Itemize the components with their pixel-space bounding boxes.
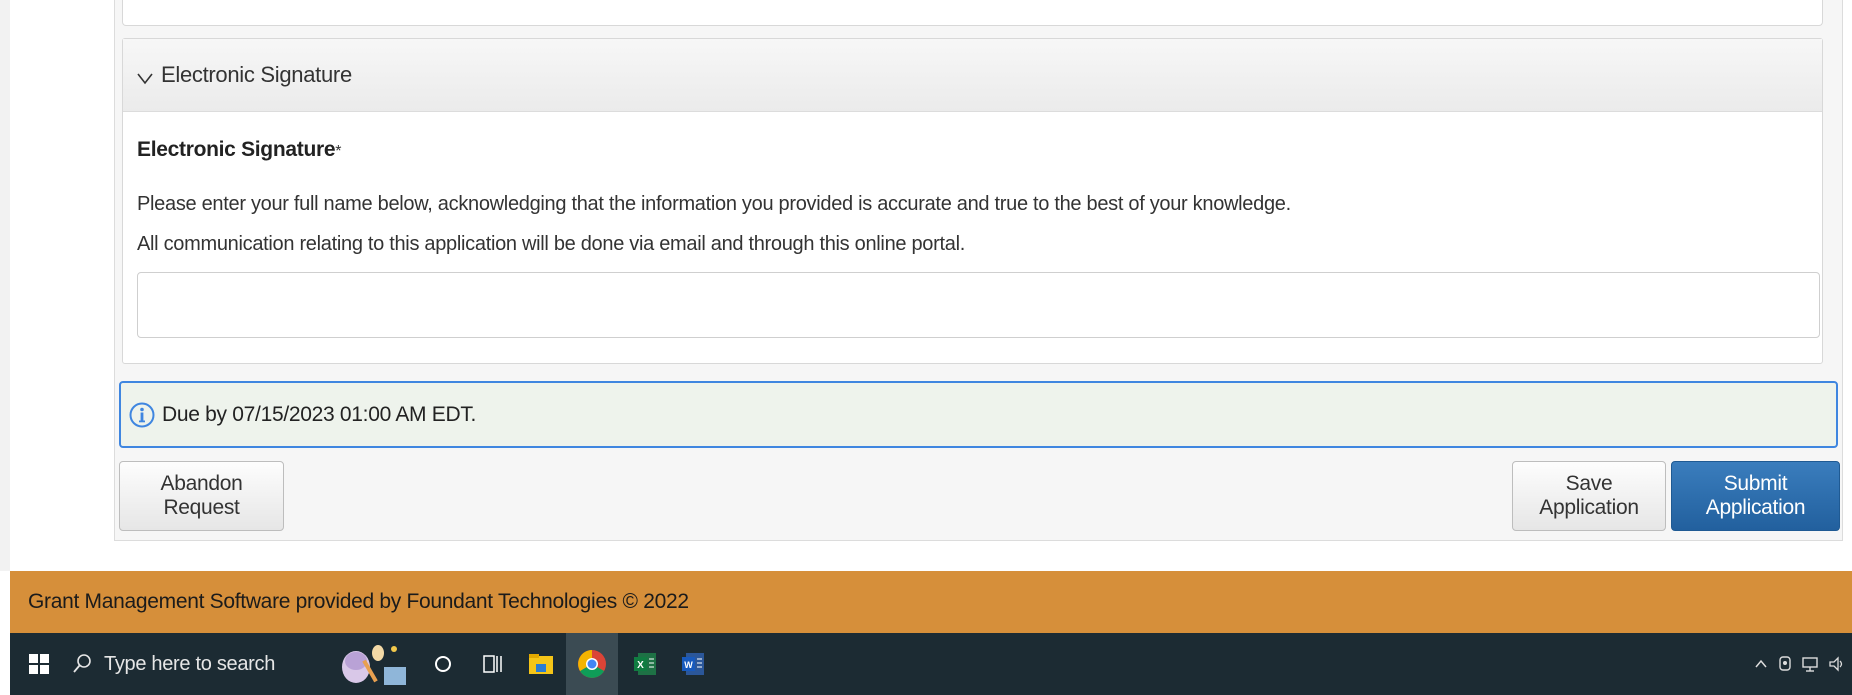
field-label: Electronic Signature* <box>137 138 1808 162</box>
electronic-signature-panel: Electronic Signature Electronic Signatur… <box>122 38 1823 364</box>
help-line-1: Please enter your full name below, ackno… <box>137 193 1291 215</box>
help-text: Please enter your full name below, ackno… <box>137 184 1808 264</box>
panel-title: Electronic Signature <box>161 62 352 87</box>
svg-text:W: W <box>684 660 693 670</box>
excel-icon[interactable]: X <box>622 633 668 695</box>
word-icon[interactable]: W <box>670 633 716 695</box>
network-icon[interactable] <box>1801 655 1819 673</box>
due-date-text: Due by 07/15/2023 01:00 AM EDT. <box>162 402 477 426</box>
file-explorer-icon[interactable] <box>518 633 564 695</box>
chevron-down-icon <box>137 73 153 85</box>
taskbar-search[interactable]: Type here to search <box>62 633 338 695</box>
abandon-request-button[interactable]: Abandon Request <box>119 461 284 531</box>
submit-application-button[interactable]: Submit Application <box>1671 461 1840 531</box>
search-icon <box>73 654 91 673</box>
system-tray <box>1750 633 1850 695</box>
footer-text: Grant Management Software provided by Fo… <box>28 590 689 613</box>
page: Electronic Signature Electronic Signatur… <box>0 0 1852 695</box>
search-highlight-icon[interactable] <box>330 633 414 695</box>
left-gutter <box>0 0 10 571</box>
previous-panel-bottom <box>122 0 1823 26</box>
save-application-button[interactable]: Save Application <box>1512 461 1666 531</box>
chrome-icon[interactable] <box>566 633 618 695</box>
windows-start-icon[interactable] <box>16 633 62 695</box>
panel-header-toggle[interactable]: Electronic Signature <box>123 39 1822 112</box>
electronic-signature-input[interactable] <box>137 272 1820 338</box>
site-footer: Grant Management Software provided by Fo… <box>10 571 1852 633</box>
required-mark: * <box>335 143 342 160</box>
cortana-icon[interactable] <box>420 633 466 695</box>
field-label-text: Electronic Signature <box>137 138 336 161</box>
chevron-up-icon[interactable] <box>1754 657 1768 671</box>
due-date-notice: Due by 07/15/2023 01:00 AM EDT. <box>119 381 1838 448</box>
meet-now-icon[interactable] <box>1777 655 1793 673</box>
info-icon <box>129 402 155 427</box>
volume-icon[interactable] <box>1828 655 1846 673</box>
search-placeholder: Type here to search <box>104 652 276 675</box>
svg-text:X: X <box>637 660 644 671</box>
help-line-2: All communication relating to this appli… <box>137 233 965 255</box>
panel-body: Electronic Signature* Please enter your … <box>123 112 1822 338</box>
windows-taskbar: Type here to search X W <box>10 633 1852 695</box>
task-view-icon[interactable] <box>470 633 516 695</box>
